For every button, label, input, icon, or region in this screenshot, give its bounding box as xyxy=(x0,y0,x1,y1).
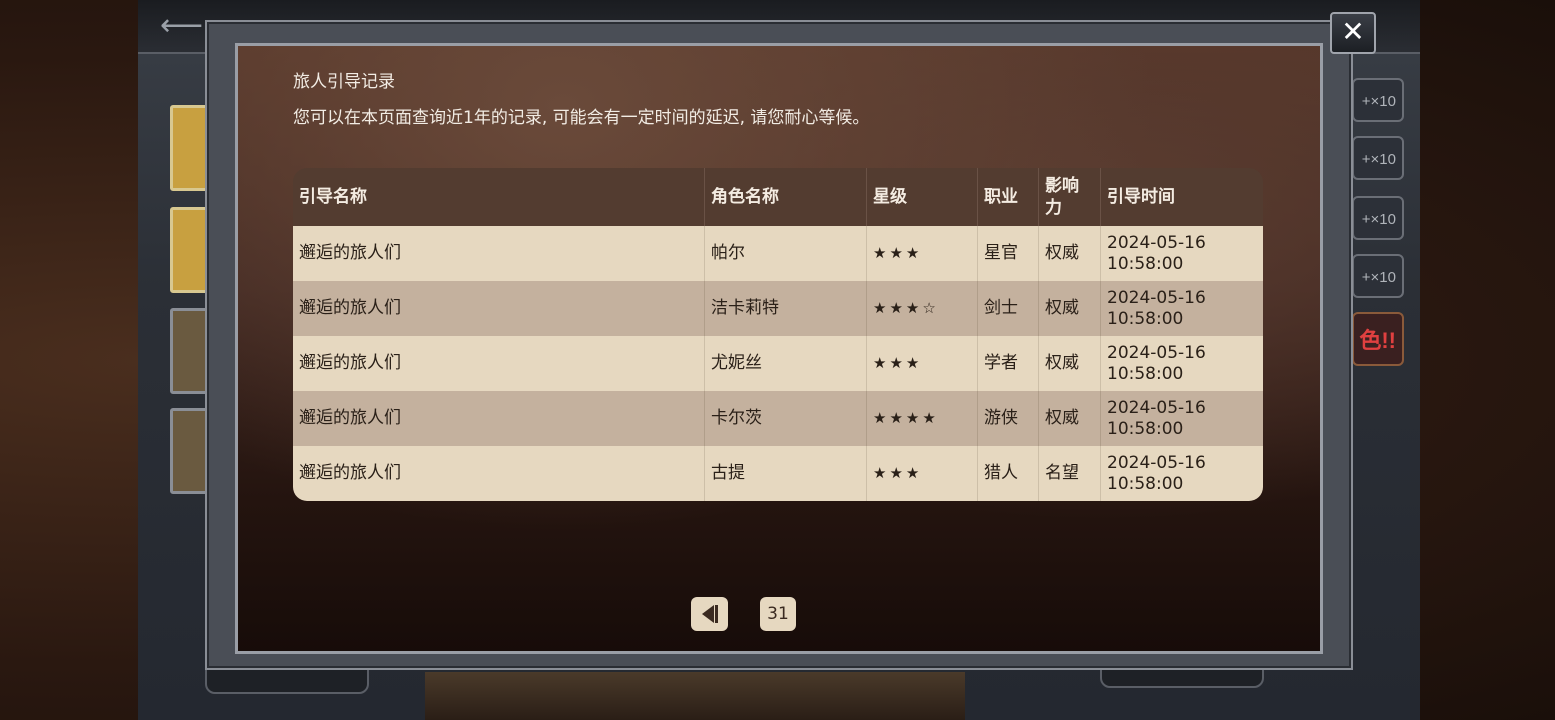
cell-job: 学者 xyxy=(978,336,1039,391)
cell-guide-name: 邂逅的旅人们 xyxy=(293,281,705,336)
side-reward-button[interactable]: +×10 xyxy=(1352,196,1404,240)
column-header-character-name: 角色名称 xyxy=(705,168,867,226)
column-header-guide-time: 引导时间 xyxy=(1101,168,1263,226)
cell-time: 10:58:00 xyxy=(1107,363,1184,384)
cell-influence: 权威 xyxy=(1039,281,1101,336)
cell-date: 2024-05-16 xyxy=(1107,232,1206,253)
cell-guide-name: 邂逅的旅人们 xyxy=(293,391,705,446)
dialog-subtitle: 您可以在本页面查询近1年的记录, 可能会有一定时间的延迟, 请您耐心等候。 xyxy=(293,108,870,128)
cell-guide-time: 2024-05-16 10:58:00 xyxy=(1101,446,1263,501)
side-reward-button[interactable]: +×10 xyxy=(1352,78,1404,122)
cell-date: 2024-05-16 xyxy=(1107,342,1206,363)
column-header-guide-name: 引导名称 xyxy=(293,168,705,226)
cell-guide-time: 2024-05-16 10:58:00 xyxy=(1101,281,1263,336)
cell-influence: 权威 xyxy=(1039,391,1101,446)
page-number-button[interactable]: 31 xyxy=(760,597,796,631)
cell-time: 10:58:00 xyxy=(1107,473,1184,494)
prev-page-icon xyxy=(702,605,714,623)
cell-time: 10:58:00 xyxy=(1107,253,1184,274)
cell-job: 猎人 xyxy=(978,446,1039,501)
cell-job: 剑士 xyxy=(978,281,1039,336)
close-button[interactable]: ✕ xyxy=(1330,12,1376,54)
cell-date: 2024-05-16 xyxy=(1107,397,1206,418)
table-row: 邂逅的旅人们 古提 ★★★ 猎人 名望 2024-05-16 10:58:00 xyxy=(293,446,1263,501)
dialog-title: 旅人引导记录 xyxy=(293,72,395,92)
cell-star-rank: ★★★ xyxy=(867,336,978,391)
records-table: 引导名称 角色名称 星级 职业 影响力 引导时间 邂逅的旅人们 帕尔 ★★★ 星… xyxy=(293,168,1263,501)
cell-character-name: 洁卡莉特 xyxy=(705,281,867,336)
table-row: 邂逅的旅人们 卡尔茨 ★★★★ 游侠 权威 2024-05-16 10:58:00 xyxy=(293,391,1263,446)
cell-date: 2024-05-16 xyxy=(1107,452,1206,473)
column-header-influence: 影响力 xyxy=(1039,168,1101,226)
side-reward-button[interactable]: +×10 xyxy=(1352,136,1404,180)
table-header-row: 引导名称 角色名称 星级 职业 影响力 引导时间 xyxy=(293,168,1263,226)
cell-guide-time: 2024-05-16 10:58:00 xyxy=(1101,391,1263,446)
cell-character-name: 古提 xyxy=(705,446,867,501)
cell-guide-name: 邂逅的旅人们 xyxy=(293,226,705,281)
cell-guide-time: 2024-05-16 10:58:00 xyxy=(1101,336,1263,391)
column-header-star-rank: 星级 xyxy=(867,168,978,226)
cell-time: 10:58:00 xyxy=(1107,308,1184,329)
cell-character-name: 尤妮丝 xyxy=(705,336,867,391)
back-arrow-icon[interactable]: ⟵ xyxy=(160,8,203,43)
table-row: 邂逅的旅人们 尤妮丝 ★★★ 学者 权威 2024-05-16 10:58:00 xyxy=(293,336,1263,391)
bottom-scene xyxy=(425,672,965,720)
cell-character-name: 帕尔 xyxy=(705,226,867,281)
cell-star-rank: ★★★★ xyxy=(867,391,978,446)
cell-star-rank: ★★★ xyxy=(867,226,978,281)
cell-influence: 权威 xyxy=(1039,226,1101,281)
close-icon: ✕ xyxy=(1341,15,1365,48)
cell-star-rank: ★★★ xyxy=(867,446,978,501)
cell-job: 星官 xyxy=(978,226,1039,281)
side-reward-button[interactable]: +×10 xyxy=(1352,254,1404,298)
cell-job: 游侠 xyxy=(978,391,1039,446)
table-row: 邂逅的旅人们 洁卡莉特 ★★★☆ 剑士 权威 2024-05-16 10:58:0… xyxy=(293,281,1263,336)
cell-guide-name: 邂逅的旅人们 xyxy=(293,446,705,501)
prev-page-button[interactable] xyxy=(691,597,728,631)
cell-date: 2024-05-16 xyxy=(1107,287,1206,308)
cell-guide-time: 2024-05-16 10:58:00 xyxy=(1101,226,1263,281)
side-event-button[interactable]: 色!! xyxy=(1352,312,1404,366)
cell-influence: 权威 xyxy=(1039,336,1101,391)
table-row: 邂逅的旅人们 帕尔 ★★★ 星官 权威 2024-05-16 10:58:00 xyxy=(293,226,1263,281)
prev-page-icon-bar xyxy=(715,605,718,623)
column-header-job: 职业 xyxy=(978,168,1039,226)
cell-character-name: 卡尔茨 xyxy=(705,391,867,446)
cell-star-rank: ★★★☆ xyxy=(867,281,978,336)
cell-influence: 名望 xyxy=(1039,446,1101,501)
cell-guide-name: 邂逅的旅人们 xyxy=(293,336,705,391)
cell-time: 10:58:00 xyxy=(1107,418,1184,439)
